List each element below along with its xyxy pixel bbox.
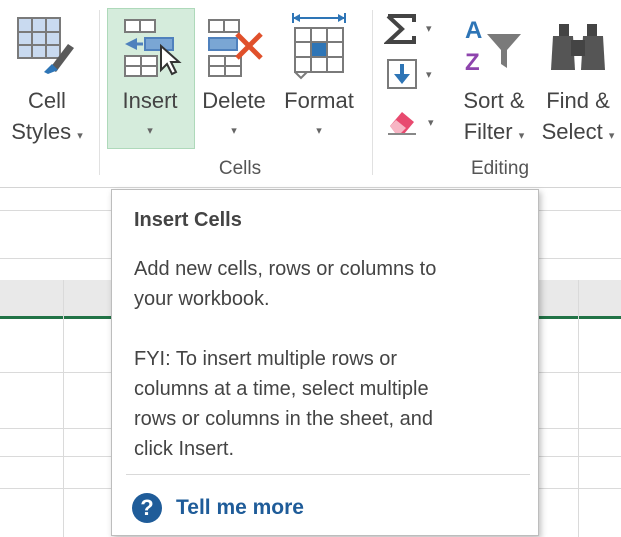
group-label-editing: Editing [470, 158, 530, 179]
tooltip-fyi-line: columns at a time, select multiple [134, 378, 429, 400]
clear-button[interactable]: ▾ [386, 106, 442, 140]
ribbon: Cell Styles ▾ Insert ▾ Delete ▾ Format ▾… [0, 0, 621, 188]
format-label: Format [284, 88, 354, 113]
tooltip-fyi: FYI: To insert multiple rows or columns … [134, 344, 524, 464]
svg-text:Z: Z [465, 49, 480, 76]
tooltip-title: Insert Cells [134, 209, 242, 231]
cell-styles-icon [17, 17, 74, 74]
tooltip-divider [126, 474, 530, 475]
chevron-down-icon: ▾ [316, 125, 322, 137]
sort-filter-icon: A Z [465, 17, 521, 76]
tooltip-description-line: Add new cells, rows or columns to [134, 258, 437, 280]
fill-down-icon [387, 59, 417, 89]
format-cells-icon [292, 13, 346, 80]
grid-line [63, 280, 64, 537]
tooltip-fyi-line: click Insert. [134, 438, 235, 460]
sort-filter-label-line2-text: Filter [463, 119, 513, 144]
chevron-down-icon: ▾ [518, 130, 525, 142]
eraser-icon [388, 112, 416, 135]
insert-cells-icon [124, 19, 182, 77]
tooltip-fyi-line: FYI: To insert multiple rows or [134, 348, 398, 370]
group-separator [99, 10, 100, 175]
delete-label: Delete [202, 88, 266, 113]
tooltip-description-line: your workbook. [134, 288, 270, 310]
chevron-down-icon: ▾ [428, 117, 434, 129]
grid-line [578, 280, 579, 537]
chevron-down-icon: ▾ [608, 130, 615, 142]
format-button[interactable]: Format ▾ [275, 8, 363, 148]
delete-button[interactable]: Delete ▾ [195, 8, 273, 148]
group-label-cells: Cells [218, 158, 262, 179]
find-select-label-line2: Select ▾ [537, 116, 619, 147]
cell-styles-label-line2-text: Styles [11, 119, 72, 144]
fill-button[interactable]: ▾ [386, 58, 442, 92]
chevron-down-icon: ▾ [426, 69, 432, 81]
tell-me-more-label: Tell me more [176, 496, 304, 519]
insert-button[interactable]: Insert ▾ [107, 8, 195, 148]
cell-styles-label-line2: Styles ▾ [0, 116, 94, 147]
chevron-down-icon: ▾ [147, 125, 153, 137]
find-select-button[interactable]: Find & Select ▾ [537, 8, 619, 148]
sigma-icon [384, 14, 416, 44]
insert-label: Insert [122, 88, 178, 113]
chevron-down-icon: ▾ [231, 125, 237, 137]
chevron-down-icon: ▾ [77, 130, 83, 142]
insert-cells-tooltip: Insert Cells Add new cells, rows or colu… [111, 189, 539, 536]
svg-text:A: A [465, 17, 482, 44]
sort-filter-button[interactable]: A Z Sort & Filter ▾ [455, 8, 533, 148]
tooltip-fyi-line: rows or columns in the sheet, and [134, 408, 434, 430]
autosum-button[interactable]: ▾ [384, 12, 440, 48]
tooltip-description: Add new cells, rows or columns to your w… [134, 254, 524, 314]
find-select-label-line2-text: Select [541, 119, 603, 144]
chevron-down-icon: ▾ [426, 23, 432, 35]
cell-styles-label-line1: Cell [28, 88, 66, 113]
binoculars-icon [551, 24, 605, 70]
group-separator [372, 10, 373, 175]
sort-filter-label-line2: Filter ▾ [455, 116, 533, 147]
cell-styles-button[interactable]: Cell Styles ▾ [0, 8, 94, 148]
sort-filter-label-line1: Sort & [463, 88, 525, 113]
help-icon: ? [132, 493, 162, 523]
find-select-label-line1: Find & [546, 88, 610, 113]
tell-me-more-link[interactable]: ? Tell me more [132, 491, 304, 525]
delete-cells-icon [208, 19, 263, 77]
